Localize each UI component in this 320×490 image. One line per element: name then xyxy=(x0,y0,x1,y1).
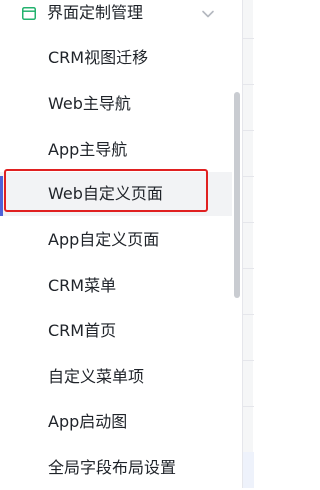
menu-item-app-main-nav[interactable]: App主导航 xyxy=(0,128,232,172)
content-panel-edge xyxy=(242,0,254,488)
menu-item-crm-view-migration[interactable]: CRM视图迁移 xyxy=(0,36,232,80)
active-indicator xyxy=(0,176,3,216)
row-divider xyxy=(243,84,254,85)
sidebar-menu: 界面定制管理 CRM视图迁移 Web主导航 App主导航 Web自定义页面 Ap… xyxy=(0,0,242,488)
menu-item-label: App主导航 xyxy=(48,140,128,159)
menu-item-web-main-nav[interactable]: Web主导航 xyxy=(0,82,232,126)
menu-item-label: CRM视图迁移 xyxy=(48,48,149,67)
chevron-down-icon[interactable] xyxy=(201,9,215,19)
layout-icon xyxy=(22,7,36,20)
menu-item-web-custom-page[interactable]: Web自定义页面 xyxy=(0,172,232,216)
scrollbar-thumb[interactable] xyxy=(234,92,240,298)
menu-group-ui-customization[interactable]: 界面定制管理 xyxy=(0,0,242,36)
menu-item-label: CRM菜单 xyxy=(48,276,117,295)
menu-item-crm-home[interactable]: CRM首页 xyxy=(0,309,232,353)
row-divider xyxy=(243,130,254,131)
menu-item-label: App启动图 xyxy=(48,412,128,431)
menu-item-global-field-layout[interactable]: 全局字段布局设置 xyxy=(0,446,232,490)
row-divider xyxy=(243,222,254,223)
menu-item-label: App自定义页面 xyxy=(48,230,160,249)
row-divider xyxy=(243,176,254,177)
menu-item-crm-menu[interactable]: CRM菜单 xyxy=(0,264,232,308)
row-divider xyxy=(243,314,254,315)
row-divider xyxy=(243,38,254,39)
row-divider xyxy=(243,360,254,361)
menu-item-label: Web主导航 xyxy=(48,94,131,113)
row-divider xyxy=(243,268,254,269)
menu-item-label: 全局字段布局设置 xyxy=(48,458,177,477)
menu-item-label: Web自定义页面 xyxy=(48,184,163,203)
row-divider xyxy=(243,406,254,407)
menu-group-label: 界面定制管理 xyxy=(47,3,144,22)
menu-item-app-splash[interactable]: App启动图 xyxy=(0,400,232,444)
menu-item-custom-menu-item[interactable]: 自定义菜单项 xyxy=(0,355,232,399)
menu-item-label: 自定义菜单项 xyxy=(48,367,145,386)
menu-item-app-custom-page[interactable]: App自定义页面 xyxy=(0,218,232,262)
menu-item-label: CRM首页 xyxy=(48,321,117,340)
selected-row-edge xyxy=(243,452,254,488)
